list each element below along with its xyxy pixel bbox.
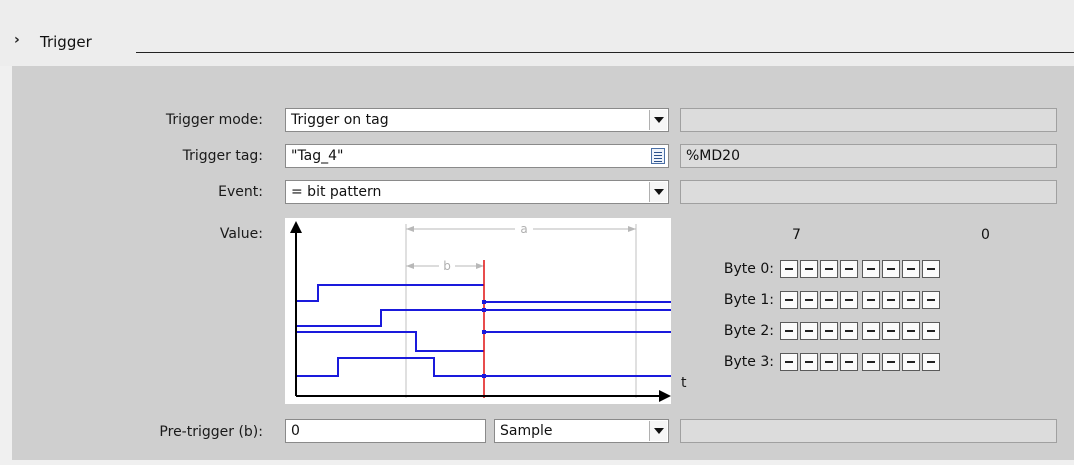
pre-trigger-unit-value: Sample bbox=[500, 423, 553, 439]
trigger-tag-address: %MD20 bbox=[680, 144, 1057, 168]
byte-2-bit-4-toggle[interactable] bbox=[840, 322, 858, 340]
trigger-mode-label: Trigger mode: bbox=[165, 112, 263, 128]
byte-3-bit-3-toggle[interactable] bbox=[862, 353, 880, 371]
chevron-down-icon[interactable] bbox=[649, 182, 667, 202]
byte-3-bit-4-toggle[interactable] bbox=[840, 353, 858, 371]
byte-1-bit-4-toggle[interactable] bbox=[840, 291, 858, 309]
byte-3-label: Byte 3: bbox=[723, 354, 774, 370]
pre-trigger-info bbox=[680, 419, 1057, 443]
trigger-mode-info bbox=[680, 108, 1057, 132]
tag-list-icon[interactable] bbox=[651, 148, 665, 164]
byte-2-label: Byte 2: bbox=[723, 323, 774, 339]
byte-1-bit-2-toggle[interactable] bbox=[882, 291, 900, 309]
pre-trigger-label: Pre-trigger (b): bbox=[159, 424, 263, 440]
byte-0-bit-1-toggle[interactable] bbox=[902, 260, 920, 278]
chevron-down-icon[interactable] bbox=[649, 110, 667, 130]
trigger-mode-value: Trigger on tag bbox=[291, 112, 389, 128]
trigger-tag-value: "Tag_4" bbox=[291, 148, 344, 164]
byte-1-bit-0-toggle[interactable] bbox=[922, 291, 940, 309]
chevron-right-icon[interactable]: › bbox=[14, 32, 20, 48]
bit-7-header: 7 bbox=[792, 227, 801, 243]
event-select[interactable]: = bit pattern bbox=[285, 180, 669, 204]
interval-a-arrow-left bbox=[406, 226, 414, 232]
byte-2-bit-0-toggle[interactable] bbox=[922, 322, 940, 340]
signal-2 bbox=[296, 309, 484, 327]
byte-0-label: Byte 0: bbox=[723, 261, 774, 277]
sample-dot bbox=[482, 330, 486, 334]
signal-4 bbox=[296, 357, 484, 377]
interval-b-arrow-left bbox=[406, 263, 414, 269]
event-info bbox=[680, 180, 1057, 204]
byte-2-bit-7-toggle[interactable] bbox=[780, 322, 798, 340]
byte-3-bit-0-toggle[interactable] bbox=[922, 353, 940, 371]
signal-3 bbox=[296, 331, 484, 352]
section-title: Trigger bbox=[40, 33, 92, 51]
sample-dot bbox=[482, 374, 486, 378]
byte-3-bit-5-toggle[interactable] bbox=[820, 353, 838, 371]
trigger-diagram-svg: a b bbox=[290, 221, 671, 402]
time-axis-label: t bbox=[681, 375, 687, 391]
byte-0-bit-6-toggle[interactable] bbox=[800, 260, 818, 278]
interval-b-arrow-right bbox=[476, 263, 484, 269]
byte-3-bit-7-toggle[interactable] bbox=[780, 353, 798, 371]
byte-0-bit-0-toggle[interactable] bbox=[922, 260, 940, 278]
trigger-tag-input[interactable]: "Tag_4" bbox=[285, 144, 669, 168]
signal-1 bbox=[296, 284, 484, 302]
trigger-mode-select[interactable]: Trigger on tag bbox=[285, 108, 669, 132]
byte-1-bit-1-toggle[interactable] bbox=[902, 291, 920, 309]
byte-1-bit-6-toggle[interactable] bbox=[800, 291, 818, 309]
byte-3-bit-1-toggle[interactable] bbox=[902, 353, 920, 371]
byte-1-bit-3-toggle[interactable] bbox=[862, 291, 880, 309]
sample-dot bbox=[482, 300, 486, 304]
interval-a-arrow-right bbox=[628, 226, 636, 232]
section-header[interactable]: › Trigger bbox=[0, 0, 1074, 66]
byte-2-bit-5-toggle[interactable] bbox=[820, 322, 838, 340]
bit-0-header: 0 bbox=[981, 227, 990, 243]
header-rule bbox=[136, 52, 1074, 53]
sample-dot bbox=[482, 308, 486, 312]
byte-0-bit-4-toggle[interactable] bbox=[840, 260, 858, 278]
pre-trigger-value: 0 bbox=[291, 423, 300, 439]
trigger-tag-address-value: %MD20 bbox=[686, 148, 740, 164]
byte-3-bit-6-toggle[interactable] bbox=[800, 353, 818, 371]
event-label: Event: bbox=[218, 184, 263, 200]
byte-3-bit-2-toggle[interactable] bbox=[882, 353, 900, 371]
chevron-down-icon[interactable] bbox=[649, 421, 667, 441]
value-label: Value: bbox=[219, 226, 263, 242]
byte-1-bit-7-toggle[interactable] bbox=[780, 291, 798, 309]
y-axis-arrow bbox=[290, 221, 302, 233]
interval-b-label: b bbox=[443, 259, 451, 273]
byte-2-bit-6-toggle[interactable] bbox=[800, 322, 818, 340]
byte-0-bit-7-toggle[interactable] bbox=[780, 260, 798, 278]
byte-0-bit-2-toggle[interactable] bbox=[882, 260, 900, 278]
byte-0-bit-5-toggle[interactable] bbox=[820, 260, 838, 278]
byte-2-bit-3-toggle[interactable] bbox=[862, 322, 880, 340]
byte-2-bit-1-toggle[interactable] bbox=[902, 322, 920, 340]
byte-1-label: Byte 1: bbox=[723, 292, 774, 308]
byte-0-bit-3-toggle[interactable] bbox=[862, 260, 880, 278]
event-value: = bit pattern bbox=[291, 184, 382, 200]
pre-trigger-input[interactable]: 0 bbox=[285, 419, 486, 443]
x-axis-arrow bbox=[659, 390, 671, 402]
trigger-diagram: a b bbox=[285, 218, 671, 404]
trigger-tag-label: Trigger tag: bbox=[182, 148, 263, 164]
byte-1-bit-5-toggle[interactable] bbox=[820, 291, 838, 309]
byte-2-bit-2-toggle[interactable] bbox=[882, 322, 900, 340]
interval-a-label: a bbox=[520, 222, 527, 236]
pre-trigger-unit-select[interactable]: Sample bbox=[494, 419, 669, 443]
